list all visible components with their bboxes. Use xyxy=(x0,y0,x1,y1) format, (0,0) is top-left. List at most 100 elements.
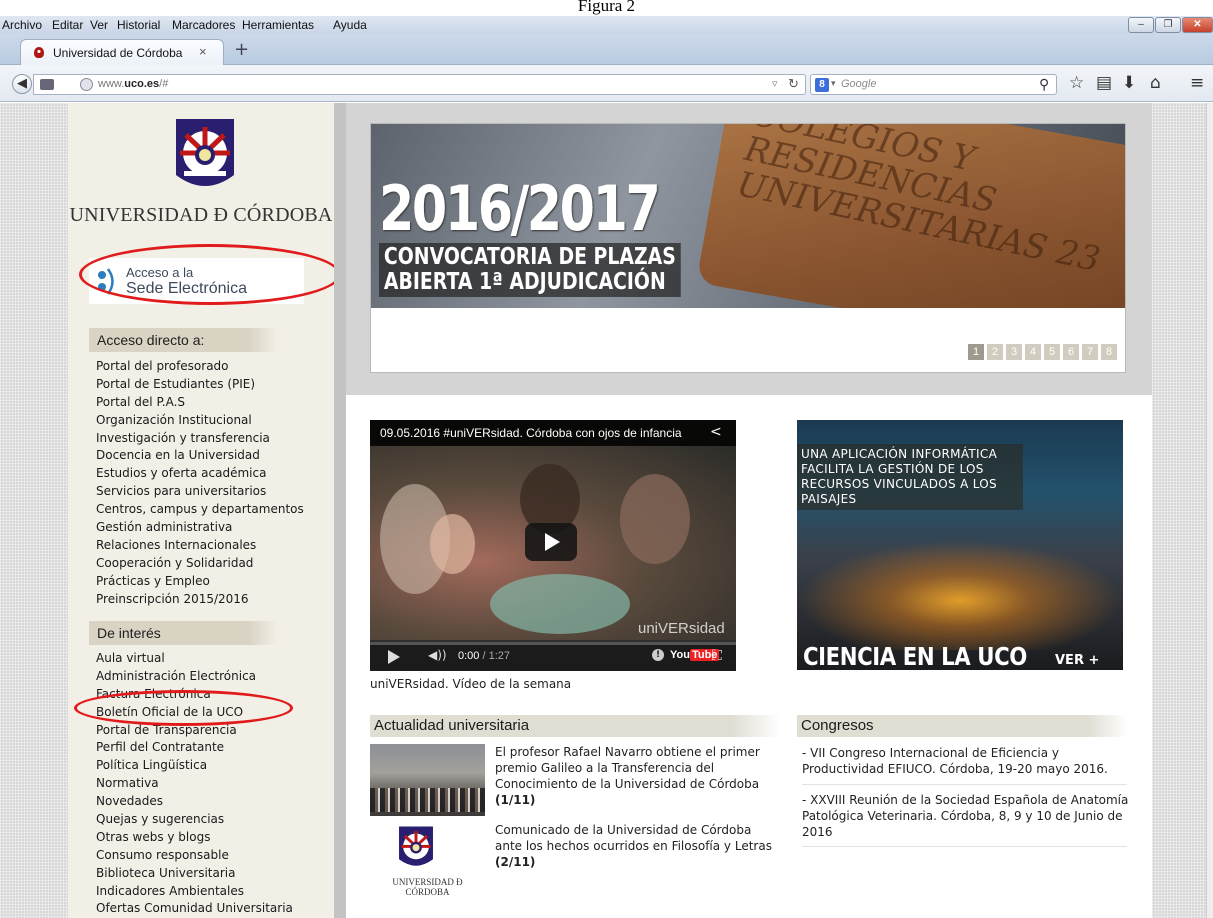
pager-button[interactable]: 2 xyxy=(987,344,1003,360)
menu-bar: Archivo Editar Ver Historial Marcadores … xyxy=(0,16,1213,34)
globe-icon xyxy=(80,78,93,91)
list-item[interactable]: Ofertas Comunidad Universitaria xyxy=(96,900,293,918)
menu-editar[interactable]: Editar xyxy=(52,18,83,32)
vertical-scrollbar[interactable] xyxy=(1206,103,1213,918)
list-item[interactable]: Gestión administrativa xyxy=(96,519,304,537)
menu-ayuda[interactable]: Ayuda xyxy=(333,18,367,32)
restore-icon[interactable]: ❐ xyxy=(1155,17,1181,33)
search-engine-dropdown-icon[interactable]: ▾ xyxy=(831,78,836,89)
play-icon[interactable] xyxy=(388,650,400,664)
url-dropdown-icon[interactable]: ▿ xyxy=(772,77,778,90)
pager-button[interactable]: 1 xyxy=(968,344,984,360)
list-item[interactable]: Relaciones Internacionales xyxy=(96,537,304,555)
list-item[interactable]: Otras webs y blogs xyxy=(96,829,293,847)
bookmark-star-icon[interactable]: ☆ xyxy=(1069,73,1084,93)
tab-close-icon[interactable]: × xyxy=(199,44,207,59)
back-arrow-icon[interactable]: ◀ xyxy=(12,74,32,94)
video-time: 0:00 / 1:27 xyxy=(458,650,511,662)
list-item[interactable]: Prácticas y Empleo xyxy=(96,573,304,591)
search-placeholder[interactable]: Google xyxy=(841,78,876,90)
list-item[interactable]: Portal de Estudiantes (PIE) xyxy=(96,376,304,394)
list-item[interactable]: Novedades xyxy=(96,793,293,811)
list-item[interactable]: Portal del profesorado xyxy=(96,358,304,376)
info-icon[interactable]: ! xyxy=(652,649,664,661)
banner-image[interactable]: COLEGIOS Y RESIDENCIAS UNIVERSITARIAS 23… xyxy=(371,124,1125,308)
menu-marcadores[interactable]: Marcadores xyxy=(172,18,235,32)
search-bar[interactable]: 8 ▾ Google ⚲ xyxy=(810,74,1057,95)
reload-icon[interactable]: ↻ xyxy=(788,76,799,92)
pager-button[interactable]: 5 xyxy=(1044,344,1060,360)
banner-subheadline: CONVOCATORIA DE PLAZAS ABIERTA 1ª ADJUDIC… xyxy=(379,243,681,297)
congreso-item[interactable]: - XXVIII Reunión de la Sociedad Española… xyxy=(802,792,1132,840)
url-bar[interactable]: www.uco.es/# ▿ ↻ xyxy=(33,74,806,95)
ciencia-promo-banner[interactable]: UNA APLICACIÓN INFORMÁTICA FACILITA LA G… xyxy=(797,420,1123,670)
acceso-directo-heading: Acceso directo a: xyxy=(89,328,277,352)
tab-universidad-cordoba[interactable]: Universidad de Córdoba × xyxy=(20,39,224,65)
video-caption: uniVERsidad. Vídeo de la semana xyxy=(370,677,572,691)
google-icon[interactable]: 8 xyxy=(815,78,829,92)
fullscreen-icon[interactable]: ⛶ xyxy=(712,648,722,664)
list-item[interactable]: Preinscripción 2015/2016 xyxy=(96,591,304,609)
pager-button[interactable]: 7 xyxy=(1082,344,1098,360)
menu-hamburger-icon[interactable]: ≡ xyxy=(1190,73,1204,93)
list-item[interactable]: Biblioteca Universitaria xyxy=(96,865,293,883)
site-identity-icon[interactable] xyxy=(40,79,54,90)
list-item[interactable]: Docencia en la Universidad xyxy=(96,447,304,465)
window-close-icon[interactable]: ✕ xyxy=(1182,17,1213,33)
list-item[interactable]: Administración Electrónica xyxy=(96,668,293,686)
url-text[interactable]: www.uco.es/# xyxy=(98,78,168,90)
left-sidebar: UNIVERSIDAD Ð CÓRDOBA Acceso a la Sede E… xyxy=(68,103,341,918)
de-interes-heading: De interés xyxy=(89,621,277,645)
search-icon[interactable]: ⚲ xyxy=(1039,76,1049,93)
promo-more-link[interactable]: VER + xyxy=(1055,653,1099,668)
list-item[interactable]: Normativa xyxy=(96,775,293,793)
share-icon[interactable]: < xyxy=(710,424,722,440)
menu-ver[interactable]: Ver xyxy=(90,18,108,32)
downloads-icon[interactable]: ⬇ xyxy=(1122,73,1136,93)
highlight-oval-sede xyxy=(79,244,341,305)
video-title[interactable]: 09.05.2016 #uniVERsidad. Córdoba con ojo… xyxy=(380,426,682,440)
figure-caption: Figura 2 xyxy=(577,0,636,15)
uco-favicon-icon xyxy=(34,47,44,58)
pager-button[interactable]: 6 xyxy=(1063,344,1079,360)
list-item[interactable]: Indicadores Ambientales xyxy=(96,883,293,901)
list-item[interactable]: Cooperación y Solidaridad xyxy=(96,555,304,573)
home-icon[interactable]: ⌂ xyxy=(1150,73,1161,93)
list-item[interactable]: Investigación y transferencia xyxy=(96,430,304,448)
congreso-item[interactable]: - VII Congreso Internacional de Eficienc… xyxy=(802,745,1132,777)
bookmarks-list-icon[interactable]: ▤ xyxy=(1096,73,1112,93)
volume-icon[interactable]: ◀)) xyxy=(428,648,447,662)
news-item[interactable]: El profesor Rafael Navarro obtiene el pr… xyxy=(495,744,775,808)
news-photo[interactable] xyxy=(370,744,485,816)
list-item[interactable]: Política Lingüística xyxy=(96,757,293,775)
menu-archivo[interactable]: Archivo xyxy=(2,18,42,32)
list-item[interactable]: Portal del P.A.S xyxy=(96,394,304,412)
banner-slideshow[interactable]: COLEGIOS Y RESIDENCIAS UNIVERSITARIAS 23… xyxy=(370,123,1126,373)
list-item[interactable]: Consumo responsable xyxy=(96,847,293,865)
list-item[interactable]: Quejas y sugerencias xyxy=(96,811,293,829)
list-item[interactable]: Estudios y oferta académica xyxy=(96,465,304,483)
list-item[interactable]: Centros, campus y departamentos xyxy=(96,501,304,519)
list-item[interactable]: Perfil del Contratante xyxy=(96,739,293,757)
pager-button[interactable]: 4 xyxy=(1025,344,1041,360)
uco-crest-logo[interactable] xyxy=(172,113,238,195)
news-item[interactable]: Comunicado de la Universidad de Córdoba … xyxy=(495,822,775,870)
pager-button[interactable]: 8 xyxy=(1101,344,1117,360)
menu-historial[interactable]: Historial xyxy=(117,18,160,32)
city-lights-image xyxy=(797,540,1123,650)
actualidad-heading: Actualidad universitaria xyxy=(370,715,780,737)
news-logo-caption: UNIVERSIDAD Ð CÓRDOBA xyxy=(392,877,463,897)
play-button[interactable] xyxy=(525,523,577,561)
banner-area: COLEGIOS Y RESIDENCIAS UNIVERSITARIAS 23… xyxy=(346,103,1152,395)
list-item[interactable]: Servicios para universitarios xyxy=(96,483,304,501)
video-player[interactable]: 09.05.2016 #uniVERsidad. Córdoba con ojo… xyxy=(370,420,736,671)
list-item[interactable]: Aula virtual xyxy=(96,650,293,668)
pager-button[interactable]: 3 xyxy=(1006,344,1022,360)
main-content: COLEGIOS Y RESIDENCIAS UNIVERSITARIAS 23… xyxy=(346,103,1152,918)
menu-herramientas[interactable]: Herramientas xyxy=(242,18,314,32)
video-progress-bar[interactable] xyxy=(370,642,736,645)
list-item[interactable]: Organización Institucional xyxy=(96,412,304,430)
new-tab-icon[interactable]: + xyxy=(234,41,249,59)
minimize-icon[interactable]: – xyxy=(1128,17,1154,33)
tab-strip: Universidad de Córdoba × + xyxy=(0,34,1213,65)
